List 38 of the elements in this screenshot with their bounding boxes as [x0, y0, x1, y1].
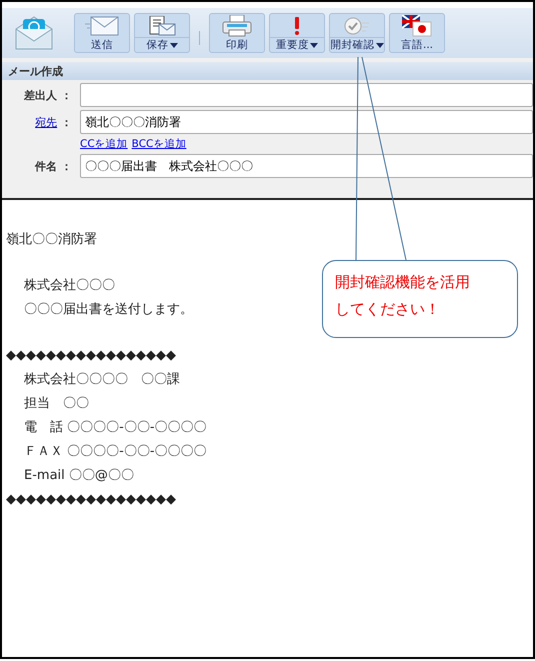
dropdown-caret-icon	[376, 42, 384, 48]
toolbar-button[interactable]: 送信	[74, 13, 130, 53]
document-envelope-icon	[147, 16, 177, 36]
exclamation-icon	[294, 16, 300, 34]
printer-icon	[222, 15, 252, 37]
add-recipient-link[interactable]: BCCを追加	[132, 137, 186, 151]
body-text: ◆◆◆◆◆◆◆◆◆◆◆◆◆◆◆◆◆	[6, 347, 176, 365]
toolbar-button[interactable]: 言語...	[389, 13, 445, 53]
flags-icon	[402, 15, 432, 37]
body-text: 株式会社〇〇〇〇 〇〇課	[23, 371, 180, 389]
add-recipient-link[interactable]: CCを追加	[80, 137, 128, 151]
body-text: 嶺北〇〇消防署	[6, 231, 97, 249]
body-text: 株式会社〇〇〇	[23, 277, 115, 295]
recipient-link[interactable]: 宛先	[35, 116, 58, 128]
toolbar-button[interactable]: 印刷	[209, 13, 265, 53]
body-text: 電 話 〇〇〇〇-〇〇-〇〇〇〇	[23, 419, 207, 437]
field-separator: ：	[61, 116, 72, 128]
toolbar-button[interactable]: 重要度	[269, 13, 325, 53]
callout-text: してください！	[335, 299, 441, 320]
field-label: 件名 ：	[34, 158, 73, 174]
checkmark-icon	[344, 16, 370, 34]
body-text: 〇〇〇届出書を送付します。	[23, 301, 193, 319]
toolbar-button[interactable]: 保存	[134, 13, 190, 53]
callout-text: 開封確認機能を活用	[335, 272, 471, 293]
input-field[interactable]: 嶺北〇〇〇消防署	[80, 110, 533, 134]
envelope-icon	[85, 16, 119, 36]
field-label: 差出人 ：	[22, 88, 73, 102]
body-text: E-mail 〇〇@〇〇	[23, 467, 134, 485]
input-field[interactable]: 〇〇〇届出書 株式会社〇〇〇	[80, 154, 533, 178]
mail-app-icon	[14, 15, 54, 51]
body-text: ＦＡＸ 〇〇〇〇-〇〇-〇〇〇〇	[23, 443, 207, 461]
toolbar-button[interactable]: 開封確認	[329, 13, 385, 53]
body-text: ◆◆◆◆◆◆◆◆◆◆◆◆◆◆◆◆◆	[6, 491, 176, 509]
dropdown-caret-icon	[170, 42, 178, 48]
body-text: 担当 〇〇	[23, 395, 89, 413]
input-field[interactable]	[80, 83, 533, 107]
dropdown-caret-icon	[310, 42, 318, 48]
compose-header: メール作成	[2, 62, 533, 80]
